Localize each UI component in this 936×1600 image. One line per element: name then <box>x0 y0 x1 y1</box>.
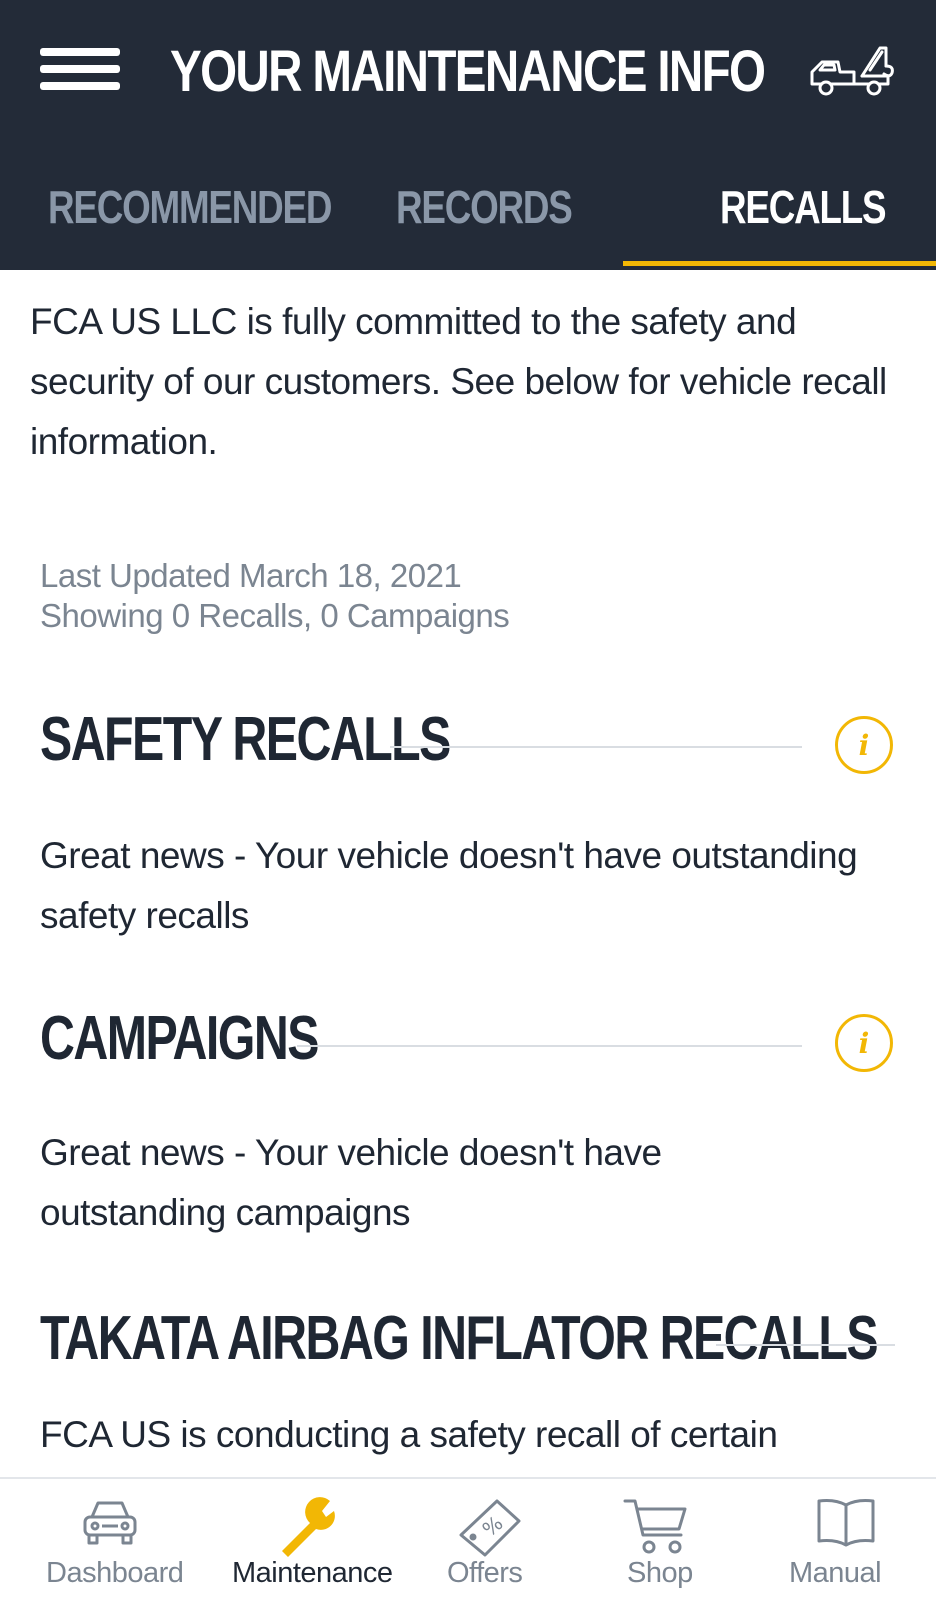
tow-truck-icon[interactable] <box>808 40 898 106</box>
nav-offers[interactable]: % Offers <box>405 1479 575 1600</box>
nav-label: Offers <box>447 1557 523 1589</box>
tab-label: RECORDS <box>396 181 573 233</box>
tab-bar: RECOMMENDED RECORDS RECALLS <box>0 170 936 270</box>
percent-tag-icon: % <box>457 1497 523 1562</box>
tab-records[interactable]: RECORDS <box>306 170 612 270</box>
hamburger-menu-icon[interactable] <box>40 48 120 100</box>
section-divider <box>390 746 802 748</box>
takata-recalls-heading: TAKATA AIRBAG INFLATOR RECALLS <box>40 1304 879 1373</box>
app-header: YOUR MAINTENANCE INFO RECOMMENDED RECORD… <box>0 0 936 270</box>
campaigns-message: Great news - Your vehicle doesn't have o… <box>40 1132 662 1233</box>
nav-label: Manual <box>789 1557 882 1589</box>
page-title: YOUR MAINTENANCE INFO <box>170 39 766 104</box>
section-divider <box>716 1344 895 1346</box>
campaigns-heading: CAMPAIGNS <box>40 1004 319 1073</box>
last-updated-text: Last Updated March 18, 2021 <box>40 557 462 594</box>
nav-maintenance[interactable]: Maintenance <box>220 1479 405 1600</box>
nav-label: Dashboard <box>46 1557 184 1589</box>
car-icon <box>80 1497 140 1554</box>
bottom-navigation: Dashboard Maintenance % Offers Shop Manu… <box>0 1477 936 1600</box>
open-book-icon <box>815 1497 877 1554</box>
recall-meta: Last Updated March 18, 2021 Showing 0 Re… <box>40 556 510 636</box>
nav-shop[interactable]: Shop <box>575 1479 745 1600</box>
info-icon[interactable]: i <box>835 1014 893 1072</box>
wrench-icon <box>276 1497 340 1562</box>
safety-recalls-heading: SAFETY RECALLS <box>40 705 451 774</box>
tab-recalls[interactable]: RECALLS <box>623 170 936 270</box>
info-icon[interactable]: i <box>835 716 893 774</box>
tab-recommended[interactable]: RECOMMENDED <box>0 170 332 270</box>
recall-count-text: Showing 0 Recalls, 0 Campaigns <box>40 597 510 634</box>
nav-label: Maintenance <box>232 1557 393 1589</box>
shopping-cart-icon <box>623 1497 689 1562</box>
safety-recalls-message: Great news - Your vehicle doesn't have o… <box>40 835 858 936</box>
tab-label: RECOMMENDED <box>48 181 332 233</box>
nav-manual[interactable]: Manual <box>745 1479 936 1600</box>
takata-recalls-message: FCA US is conducting a safety recall of … <box>40 1414 778 1455</box>
intro-text: FCA US LLC is fully committed to the saf… <box>30 301 887 462</box>
nav-dashboard[interactable]: Dashboard <box>0 1479 220 1600</box>
tab-label: RECALLS <box>720 181 887 233</box>
nav-label: Shop <box>627 1557 693 1589</box>
section-divider <box>297 1045 802 1047</box>
active-tab-indicator <box>623 261 936 266</box>
